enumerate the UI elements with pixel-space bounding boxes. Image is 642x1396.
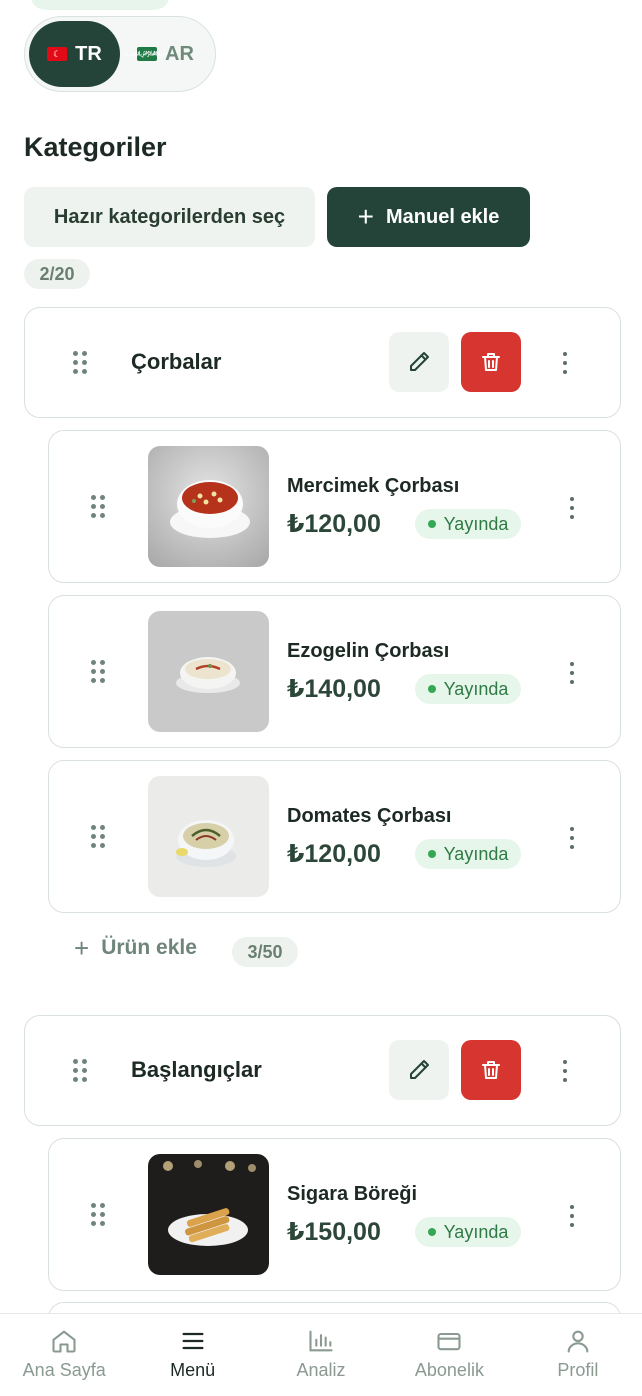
pencil-icon: [410, 352, 429, 371]
nav-profile-label: Profil: [557, 1360, 599, 1380]
language-switch: ☾ TR ﷽ AR: [24, 16, 216, 92]
trash-icon: [482, 353, 500, 371]
plus-icon: +: [357, 201, 374, 232]
menu-item-card[interactable]: Ezogelin Çorbası ₺140,00 Yayında: [48, 595, 621, 748]
lang-tr-label: TR: [75, 42, 102, 65]
menu-icon: [178, 1326, 208, 1356]
chart-icon: [306, 1326, 336, 1356]
category-name: Çorbalar: [131, 349, 222, 374]
item-price: ₺140,00: [287, 675, 381, 703]
menu-item-card[interactable]: Domates Çorbası ₺120,00 Yayında: [48, 760, 621, 913]
saudi-flag-icon: ﷽: [124, 47, 170, 61]
status-badge: Yayında: [415, 1217, 521, 1247]
nav-profile[interactable]: Profil: [514, 1314, 642, 1396]
item-name: Domates Çorbası: [287, 805, 452, 827]
nav-menu[interactable]: Menü: [128, 1314, 256, 1396]
drag-handle-icon[interactable]: [91, 825, 105, 849]
item-photo: [148, 776, 269, 897]
item-photo: [148, 446, 269, 567]
edit-category-button[interactable]: [389, 332, 449, 392]
status-badge: Yayında: [415, 674, 521, 704]
more-options-icon[interactable]: [562, 352, 568, 374]
nav-home-label: Ana Sayfa: [22, 1360, 106, 1380]
manual-add-button[interactable]: + Manuel ekle: [327, 187, 530, 247]
nav-menu-label: Menü: [170, 1360, 216, 1380]
item-price: ₺120,00: [287, 510, 381, 538]
home-icon: [49, 1326, 79, 1356]
status-label: Yayında: [443, 513, 509, 534]
more-options-icon[interactable]: [569, 662, 575, 684]
item-photo: [148, 611, 269, 732]
nav-subscription[interactable]: Abonelik: [385, 1314, 513, 1396]
item-name: Sigara Böreği: [287, 1183, 418, 1205]
add-item-label: Ürün ekle: [101, 936, 197, 959]
nav-analytics[interactable]: Analiz: [257, 1314, 385, 1396]
add-item-button[interactable]: + Ürün ekle: [74, 935, 197, 961]
menu-item-card[interactable]: Sigara Böreği ₺150,00 Yayında: [48, 1138, 621, 1291]
drag-handle-icon[interactable]: [73, 1059, 87, 1083]
more-options-icon[interactable]: [569, 497, 575, 519]
more-options-icon[interactable]: [569, 1205, 575, 1227]
ready-categories-button[interactable]: Hazır kategorilerden seç: [24, 187, 315, 247]
drag-handle-icon[interactable]: [91, 495, 105, 519]
status-label: Yayında: [443, 1221, 509, 1242]
item-price: ₺150,00: [287, 1218, 381, 1246]
top-pill-partial: [30, 0, 170, 10]
lang-tr-button[interactable]: ☾ TR: [29, 21, 120, 87]
item-name: Ezogelin Çorbası: [287, 640, 450, 662]
pencil-icon: [410, 1060, 429, 1079]
item-photo: [148, 1154, 269, 1275]
status-dot-icon: [427, 520, 436, 528]
delete-category-button[interactable]: [461, 1040, 521, 1100]
lang-ar-button[interactable]: ﷽ AR: [120, 21, 211, 87]
more-options-icon[interactable]: [569, 827, 575, 849]
item-price: ₺120,00: [287, 840, 381, 868]
drag-handle-icon[interactable]: [91, 660, 105, 684]
status-badge: Yayında: [415, 509, 521, 539]
turkey-flag-icon: ☾: [47, 47, 68, 61]
status-dot-icon: [427, 850, 436, 858]
category-card: Başlangıçlar: [24, 1015, 621, 1126]
menu-item-card[interactable]: Mercimek Çorbası ₺120,00 Yayında: [48, 430, 621, 583]
status-label: Yayında: [443, 678, 509, 699]
bottom-navigation: Ana Sayfa Menü Analiz Abonelik Profil: [0, 1313, 642, 1396]
lang-ar-label: AR: [165, 42, 194, 65]
manual-add-label: Manuel ekle: [385, 205, 500, 228]
user-icon: [563, 1326, 593, 1356]
plus-icon: +: [74, 933, 90, 963]
edit-category-button[interactable]: [389, 1040, 449, 1100]
item-name: Mercimek Çorbası: [287, 475, 460, 497]
more-options-icon[interactable]: [562, 1060, 568, 1082]
status-dot-icon: [427, 685, 436, 693]
section-title: Kategoriler: [24, 132, 167, 162]
category-card: Çorbalar: [24, 307, 621, 418]
drag-handle-icon[interactable]: [91, 1203, 105, 1227]
nav-home[interactable]: Ana Sayfa: [0, 1314, 128, 1396]
delete-category-button[interactable]: [461, 332, 521, 392]
status-badge: Yayında: [415, 839, 521, 869]
status-label: Yayında: [443, 843, 509, 864]
category-name: Başlangıçlar: [131, 1057, 262, 1082]
trash-icon: [482, 1061, 500, 1079]
status-dot-icon: [427, 1228, 436, 1236]
item-count-badge: 3/50: [232, 937, 298, 967]
nav-analytics-label: Analiz: [296, 1360, 346, 1380]
nav-subscription-label: Abonelik: [414, 1360, 484, 1380]
drag-handle-icon[interactable]: [73, 351, 87, 375]
category-count-badge: 2/20: [24, 259, 90, 289]
card-icon: [434, 1326, 464, 1356]
